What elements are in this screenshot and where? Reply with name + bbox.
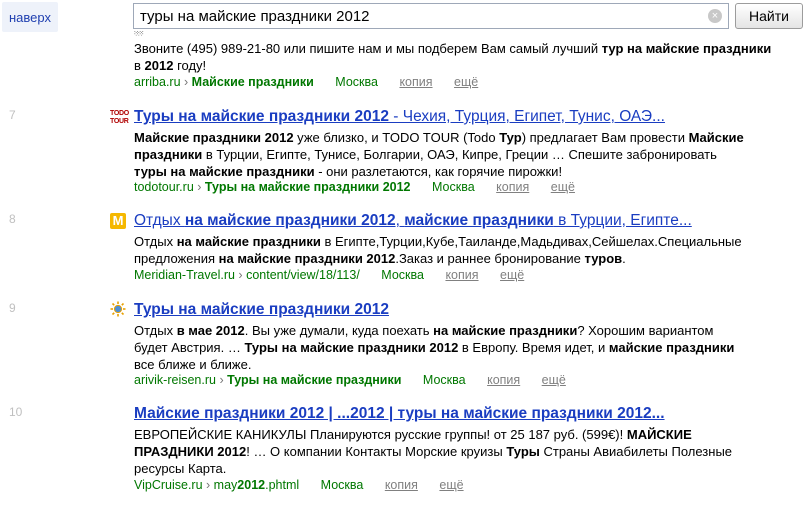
more-link[interactable]: ещё bbox=[500, 268, 524, 282]
result-meta: todotour.ru › Туры на майские праздники … bbox=[134, 180, 575, 194]
search-field[interactable]: × bbox=[133, 3, 729, 29]
search-input[interactable] bbox=[134, 4, 700, 28]
more-link[interactable]: ещё bbox=[454, 75, 478, 89]
result-region: Москва bbox=[422, 373, 466, 387]
back-to-top-label: наверх bbox=[9, 9, 51, 25]
clipped-text: ░ bbox=[134, 31, 754, 39]
result-title-link[interactable]: Отдых на майские праздники 2012, майские… bbox=[134, 212, 692, 230]
cached-copy-link[interactable]: копия bbox=[496, 180, 529, 194]
result-url-host[interactable]: todotour.ru bbox=[134, 180, 194, 194]
result-number: 7 bbox=[9, 108, 16, 122]
result-snippet: Отдых в мае 2012. Вы уже думали, куда по… bbox=[134, 323, 735, 372]
result-url-host[interactable]: arriba.ru bbox=[134, 75, 181, 89]
more-link[interactable]: ещё bbox=[551, 180, 575, 194]
result-snippet: Отдых на майские праздники в Египте,Турц… bbox=[134, 234, 742, 266]
back-to-top-button[interactable]: наверх bbox=[2, 2, 58, 32]
cached-copy-link[interactable]: копия bbox=[487, 373, 520, 387]
result-url-host[interactable]: VipCruise.ru bbox=[134, 478, 203, 492]
result-url-path[interactable]: Туры на майские праздники bbox=[227, 373, 401, 387]
result-title-link[interactable]: Майские праздники 2012 | ...2012 | туры … bbox=[134, 405, 665, 423]
result-meta: Meridian-Travel.ru › content/view/18/113… bbox=[134, 268, 525, 282]
result-region: Москва bbox=[432, 180, 475, 194]
result-url-path[interactable]: may2012.phtml bbox=[214, 478, 299, 492]
result-meta: arivik-reisen.ru › Туры на майские празд… bbox=[134, 373, 566, 387]
result-number: 10 bbox=[9, 405, 23, 419]
result-snippet: Майские праздники 2012 уже близко, и TOD… bbox=[134, 130, 744, 179]
result-region: Москва bbox=[335, 75, 378, 89]
result-number: 8 bbox=[9, 212, 16, 226]
result-meta: VipCruise.ru › may2012.phtml Москва копи… bbox=[134, 478, 464, 492]
result-url-path[interactable]: content/view/18/113/ bbox=[246, 268, 360, 282]
result-title-link[interactable]: Туры на майские праздники 2012 bbox=[134, 301, 389, 319]
result-url-path[interactable]: Туры на майские праздники 2012 bbox=[205, 180, 411, 194]
result-url-path[interactable]: Майские праздники bbox=[192, 75, 314, 89]
todotour-favicon-icon: TODO TOUR bbox=[110, 110, 129, 125]
search-button[interactable]: Найти bbox=[735, 3, 803, 29]
meridian-favicon-icon: M bbox=[110, 213, 126, 229]
result-number: 9 bbox=[9, 301, 16, 315]
cached-copy-link[interactable]: копия bbox=[445, 268, 478, 282]
result-url-host[interactable]: arivik-reisen.ru bbox=[134, 373, 216, 387]
cached-copy-link[interactable]: копия bbox=[385, 478, 418, 492]
result-meta: arriba.ru › Майские праздники Москва коп… bbox=[134, 75, 479, 89]
more-link[interactable]: ещё bbox=[542, 373, 566, 387]
cached-copy-link[interactable]: копия bbox=[399, 75, 432, 89]
search-button-label: Найти bbox=[749, 8, 789, 24]
result-title-link[interactable]: Туры на майские праздники 2012 - Чехия, … bbox=[134, 108, 665, 126]
result-region: Москва bbox=[320, 478, 364, 492]
result-url-host[interactable]: Meridian-Travel.ru bbox=[134, 268, 235, 282]
sun-icon bbox=[110, 301, 126, 317]
result-snippet: ЕВРОПЕЙСКИЕ КАНИКУЛЫ Планируются русские… bbox=[134, 427, 733, 476]
result-snippet: Звоните (495) 989-21-80 или пишите нам и… bbox=[134, 41, 772, 73]
result-region: Москва bbox=[381, 268, 424, 282]
more-link[interactable]: ещё bbox=[439, 478, 463, 492]
clear-icon[interactable]: × bbox=[708, 9, 722, 23]
